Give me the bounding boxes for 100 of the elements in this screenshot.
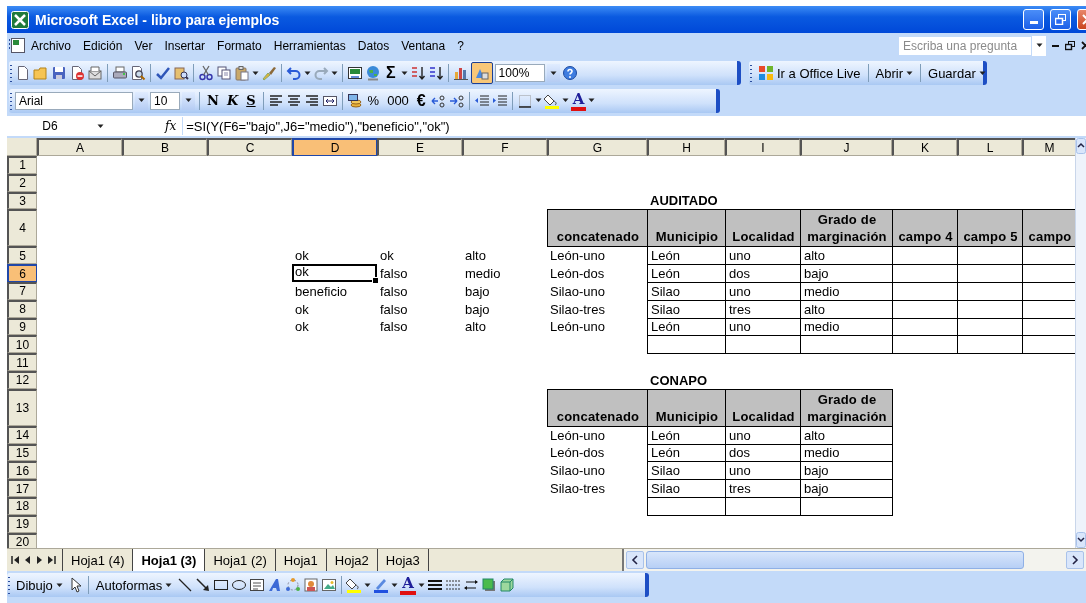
decrease-decimal-icon[interactable] <box>448 92 465 109</box>
rectangle-icon[interactable] <box>213 577 230 593</box>
caret-icon[interactable] <box>561 98 569 103</box>
pen-icon[interactable] <box>373 577 390 593</box>
image-icon[interactable] <box>321 577 338 593</box>
menu-item[interactable]: Archivo <box>25 36 77 55</box>
printer-icon[interactable] <box>112 65 128 81</box>
font-color-button[interactable]: A <box>570 90 587 111</box>
shadow-icon[interactable] <box>481 577 497 593</box>
borders-icon[interactable] <box>516 92 533 109</box>
mail-icon[interactable] <box>87 65 103 81</box>
underline-button[interactable]: S <box>243 90 259 111</box>
menu-button[interactable]: Guardar <box>925 63 989 83</box>
diagram-icon[interactable] <box>285 577 302 593</box>
align-left-icon[interactable] <box>267 92 284 109</box>
row-header[interactable]: 6 <box>7 264 37 282</box>
column-header[interactable]: E <box>377 138 462 156</box>
caret-icon[interactable] <box>588 98 596 103</box>
font-color-button[interactable]: A <box>400 575 416 595</box>
line-style-icon[interactable] <box>427 577 443 593</box>
paint-bucket-icon[interactable] <box>543 92 560 109</box>
spelling-check-icon[interactable] <box>155 65 171 81</box>
row-header[interactable]: 13 <box>7 388 37 426</box>
toolbar-grip[interactable] <box>7 575 11 595</box>
sheet-tab[interactable]: Hoja1 (2) <box>204 549 276 571</box>
thousands-button[interactable]: 000 <box>384 90 412 111</box>
column-header[interactable]: C <box>207 138 292 156</box>
sum-button[interactable]: Σ <box>383 63 399 83</box>
row-header[interactable]: 10 <box>7 335 37 354</box>
zoom-field[interactable]: 100% <box>494 64 545 82</box>
caret-icon[interactable] <box>391 582 399 588</box>
column-header[interactable]: M <box>1022 138 1075 156</box>
arrow-icon[interactable] <box>195 577 212 593</box>
caret-icon[interactable] <box>534 98 542 103</box>
sheet-tab[interactable]: Hoja1 (3) <box>132 549 206 571</box>
sheet-tab[interactable]: Hoja3 <box>376 549 429 571</box>
decrease-indent-icon[interactable] <box>473 92 490 109</box>
row-header[interactable]: 16 <box>7 461 37 480</box>
restricted-document-icon[interactable] <box>69 65 85 81</box>
increase-decimal-icon[interactable] <box>430 92 447 109</box>
menu-button[interactable]: Dibujo <box>13 575 66 595</box>
caret-icon[interactable] <box>1035 43 1043 48</box>
previous-icon[interactable] <box>23 555 32 565</box>
caret-icon[interactable] <box>364 582 372 588</box>
scroll-down-icon[interactable] <box>1076 532 1086 548</box>
scroll-thumb[interactable] <box>646 551 1024 569</box>
column-header[interactable]: L <box>957 138 1022 156</box>
caret-icon[interactable] <box>96 123 104 129</box>
clip-art-icon[interactable] <box>303 577 320 593</box>
workbook-icon[interactable] <box>9 37 25 54</box>
caret-icon[interactable] <box>55 582 63 588</box>
cube-icon[interactable] <box>499 577 515 593</box>
copy-icon[interactable] <box>216 65 232 81</box>
text-box-icon[interactable] <box>249 577 266 593</box>
row-header[interactable]: 1 <box>7 156 37 174</box>
arrow-style-icon[interactable] <box>463 577 479 593</box>
align-right-icon[interactable] <box>303 92 320 109</box>
column-header[interactable]: D <box>292 138 377 156</box>
new-document-icon[interactable] <box>15 65 31 81</box>
menu-item[interactable]: ? <box>451 36 470 55</box>
font-size-field[interactable]: 10 <box>150 91 180 110</box>
column-header[interactable]: A <box>37 138 122 156</box>
question-field[interactable]: Escriba una pregunta <box>898 35 1032 56</box>
restore-button[interactable] <box>1050 9 1071 30</box>
paint-bucket-icon[interactable] <box>346 577 363 593</box>
caret-icon[interactable] <box>331 70 338 76</box>
menu-item[interactable]: Datos <box>351 36 396 55</box>
sheet-tab[interactable]: Hoja1 <box>274 549 327 571</box>
vertical-scrollbar[interactable] <box>1075 138 1086 548</box>
undo-icon[interactable] <box>286 65 302 81</box>
coins-icon[interactable] <box>346 92 363 109</box>
research-book-icon[interactable] <box>173 65 189 81</box>
line-icon[interactable] <box>177 577 194 593</box>
sheet-tab[interactable]: Hoja2 <box>325 549 378 571</box>
column-header[interactable]: G <box>547 138 647 156</box>
help-icon[interactable] <box>561 65 578 81</box>
menu-item[interactable]: Edición <box>77 36 129 55</box>
sort-descending-icon[interactable] <box>427 65 444 81</box>
bar-chart-icon[interactable] <box>452 65 469 81</box>
caret-icon[interactable] <box>400 70 408 76</box>
scissors-icon[interactable] <box>198 65 214 81</box>
menu-item[interactable]: Ventana <box>395 36 452 55</box>
toolbar-grip[interactable] <box>9 63 13 83</box>
sort-ascending-icon[interactable] <box>409 65 426 81</box>
column-header[interactable]: J <box>800 138 892 156</box>
column-header[interactable]: F <box>462 138 547 156</box>
office-live-link[interactable]: Ir a Office Live <box>755 63 864 83</box>
column-header[interactable]: I <box>725 138 800 156</box>
caret-icon[interactable] <box>138 98 145 103</box>
caret-icon[interactable] <box>185 98 192 103</box>
column-header[interactable]: B <box>122 138 207 156</box>
fill-handle[interactable] <box>372 277 379 284</box>
print-preview-icon[interactable] <box>130 65 146 81</box>
menu-item[interactable]: Insertar <box>158 36 212 55</box>
first-icon[interactable] <box>11 555 20 565</box>
row-header[interactable]: 17 <box>7 479 37 497</box>
caret-icon[interactable] <box>549 70 557 76</box>
row-header[interactable]: 11 <box>7 353 37 371</box>
next-icon[interactable] <box>35 555 44 565</box>
font-field[interactable]: Arial <box>15 91 133 110</box>
